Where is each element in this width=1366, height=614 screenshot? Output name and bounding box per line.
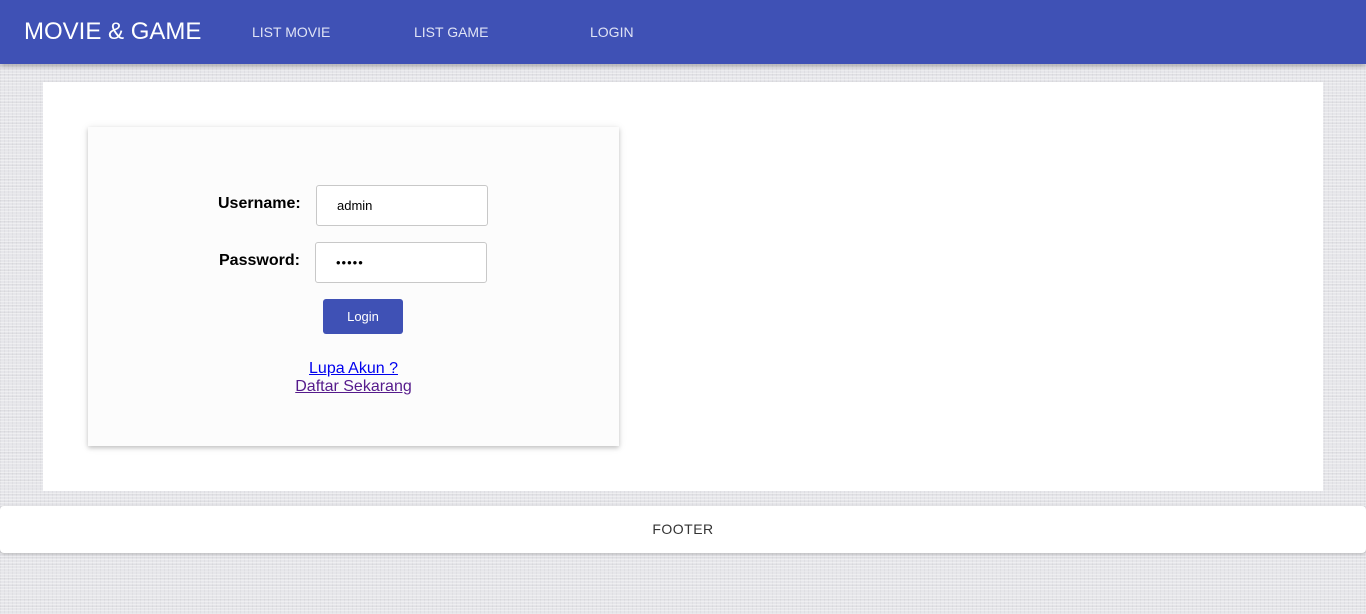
footer: FOOTER xyxy=(0,506,1366,553)
username-label: Username: xyxy=(218,195,301,212)
password-input[interactable] xyxy=(315,242,487,283)
login-card: Username: Password: Login Lupa Akun ? Da… xyxy=(88,127,619,446)
account-links: Lupa Akun ? Daftar Sekarang xyxy=(88,360,619,396)
password-label: Password: xyxy=(219,252,300,269)
forgot-account-link[interactable]: Lupa Akun ? xyxy=(309,360,398,378)
username-input[interactable] xyxy=(316,185,488,226)
nav-link-login[interactable]: LOGIN xyxy=(590,0,634,64)
nav-link-list-game[interactable]: LIST GAME xyxy=(414,0,488,64)
nav-link-list-movie[interactable]: LIST MOVIE xyxy=(252,0,330,64)
login-button[interactable]: Login xyxy=(323,299,403,334)
brand-title[interactable]: MOVIE & GAME xyxy=(24,0,201,64)
register-link[interactable]: Daftar Sekarang xyxy=(295,378,412,396)
top-navbar: MOVIE & GAME LIST MOVIE LIST GAME LOGIN xyxy=(0,0,1366,64)
main-content: Username: Password: Login Lupa Akun ? Da… xyxy=(43,82,1323,491)
